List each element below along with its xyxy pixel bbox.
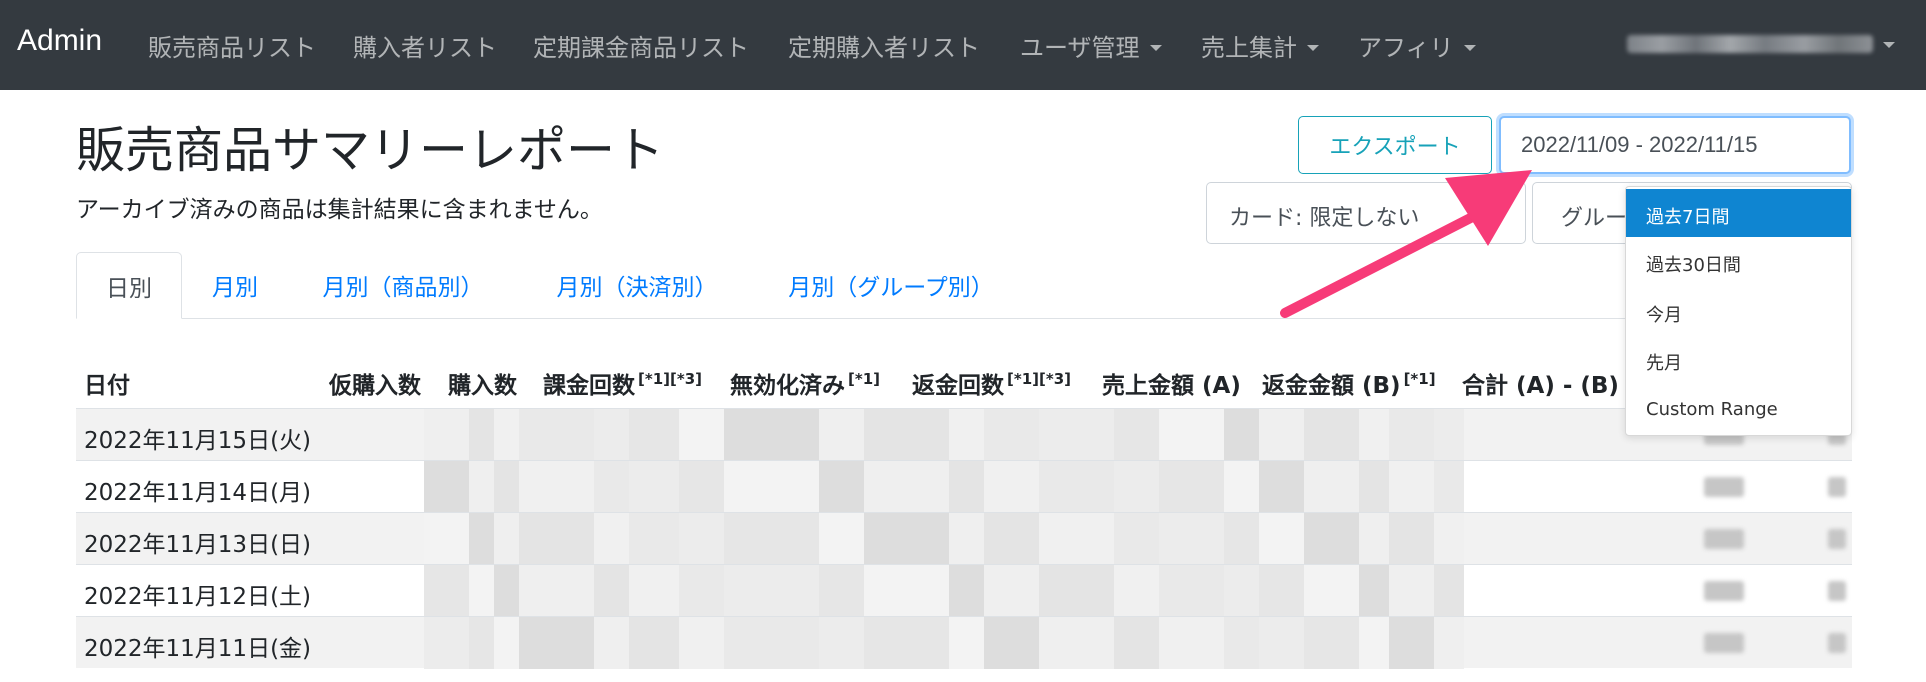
annotation-arrow-icon [1280, 170, 1532, 318]
